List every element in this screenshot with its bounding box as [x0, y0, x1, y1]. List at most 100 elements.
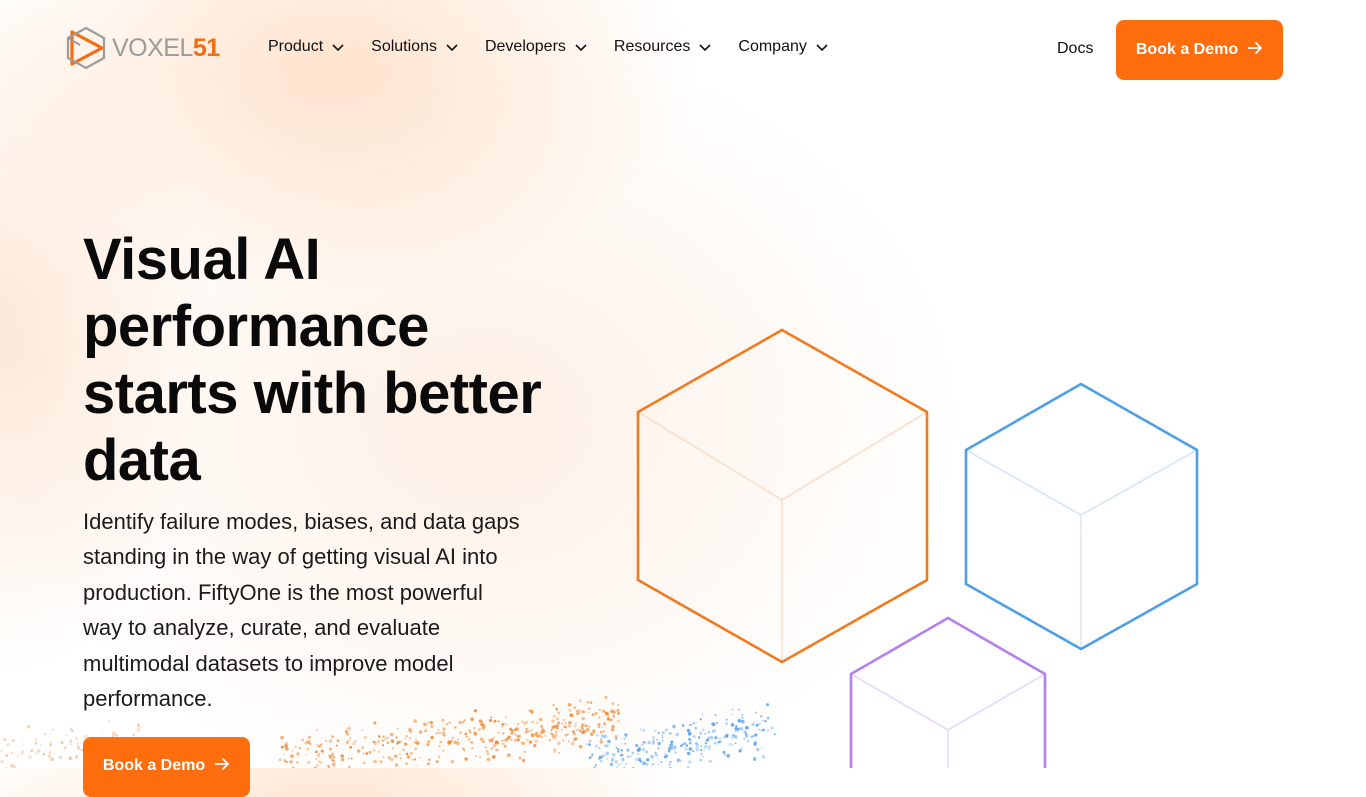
- particle-dot: [578, 745, 582, 749]
- particle-dot: [481, 720, 484, 723]
- particle-dot: [587, 701, 590, 704]
- particle-dot: [66, 734, 68, 736]
- particle-dot: [416, 765, 418, 767]
- particle-dot: [601, 726, 603, 728]
- particle-dot: [349, 737, 351, 739]
- particle-dot: [71, 729, 74, 732]
- particle-dot: [692, 750, 694, 752]
- particle-dot: [731, 744, 734, 747]
- particle-dot: [318, 745, 320, 747]
- particle-dot: [405, 738, 407, 740]
- arrow-right-icon: [214, 757, 230, 776]
- particle-dot: [743, 737, 745, 739]
- particle-dot: [49, 751, 52, 754]
- particle-dot: [552, 735, 555, 738]
- particle-dot: [756, 724, 759, 727]
- particle-dot: [373, 760, 377, 764]
- particle-dot: [612, 715, 615, 718]
- particle-dot: [661, 734, 663, 736]
- orange-cube-outline: [638, 330, 927, 662]
- particle-dot: [306, 748, 309, 751]
- particle-dot: [557, 721, 560, 724]
- particle-dot: [514, 728, 517, 731]
- particle-dot: [695, 727, 697, 729]
- particle-dot: [670, 741, 673, 744]
- particle-dot: [738, 708, 741, 711]
- particle-dot: [347, 739, 350, 742]
- particle-dot: [582, 717, 585, 720]
- particle-dot: [705, 742, 707, 744]
- particle-dot: [395, 763, 398, 766]
- particle-dot: [492, 755, 495, 758]
- particle-dot: [702, 755, 704, 757]
- particle-dot: [482, 740, 485, 743]
- particle-dot: [332, 763, 336, 767]
- particle-dot: [48, 755, 52, 759]
- particle-dot: [488, 739, 492, 743]
- particle-dot: [286, 761, 288, 763]
- particle-dot: [290, 760, 293, 763]
- particle-dot: [592, 729, 594, 731]
- particle-dot: [50, 741, 52, 743]
- particle-dot: [767, 717, 770, 720]
- particle-dot: [380, 760, 383, 763]
- particle-dot: [719, 737, 721, 739]
- particle-dot: [452, 737, 454, 739]
- particle-dot: [394, 754, 398, 758]
- particle-dot: [589, 739, 592, 742]
- particle-dot: [44, 733, 47, 736]
- purple-cube-outline: [851, 618, 1045, 768]
- particle-dot: [526, 721, 528, 723]
- particle-dot: [603, 722, 606, 725]
- particle-dot: [69, 739, 72, 742]
- particle-dot: [695, 742, 698, 745]
- particle-dot: [668, 747, 672, 751]
- particle-dot: [382, 740, 384, 742]
- hero-book-demo-button[interactable]: Book a Demo: [83, 737, 250, 797]
- particle-dot: [50, 757, 54, 761]
- particle-dot: [35, 742, 38, 745]
- particle-dot: [662, 732, 665, 735]
- particle-dot: [595, 745, 598, 748]
- particle-dot: [568, 740, 570, 742]
- particle-dot: [507, 753, 511, 757]
- particle-dot: [386, 737, 388, 739]
- particle-dot: [762, 747, 764, 749]
- particle-dot: [525, 728, 527, 730]
- particle-dot: [281, 746, 284, 749]
- particle-dot: [615, 738, 617, 740]
- particle-dot: [561, 729, 563, 731]
- particle-dot: [470, 741, 472, 743]
- particle-dot: [582, 724, 585, 727]
- particle-dot: [531, 729, 533, 731]
- particle-dot: [628, 741, 630, 743]
- particle-dot: [706, 739, 709, 742]
- particle-dot: [0, 750, 3, 753]
- particle-dot: [405, 762, 408, 765]
- particle-dot: [674, 749, 676, 751]
- particle-dot: [669, 764, 671, 766]
- particle-dot: [754, 744, 756, 746]
- particle-dot: [646, 758, 649, 761]
- particle-dot: [586, 728, 590, 732]
- particle-dot: [443, 734, 446, 737]
- particle-dot: [280, 736, 284, 740]
- particle-dot: [591, 753, 593, 755]
- particle-dot: [745, 733, 748, 736]
- particle-dot: [741, 714, 744, 717]
- particle-dot: [49, 743, 52, 746]
- particle-dot: [738, 749, 741, 752]
- particle-dot: [485, 746, 487, 748]
- particle-dot: [373, 721, 376, 724]
- particle-dot: [364, 736, 367, 739]
- particle-dot: [607, 716, 609, 718]
- particle-dot: [699, 759, 701, 761]
- particle-dot: [506, 724, 508, 726]
- particle-dot: [316, 729, 318, 731]
- particle-dot: [686, 744, 688, 746]
- particle-dot: [309, 743, 312, 746]
- particle-dot: [668, 750, 671, 753]
- particle-dot: [611, 725, 615, 729]
- particle-dot: [624, 743, 626, 745]
- particle-dot: [11, 752, 14, 755]
